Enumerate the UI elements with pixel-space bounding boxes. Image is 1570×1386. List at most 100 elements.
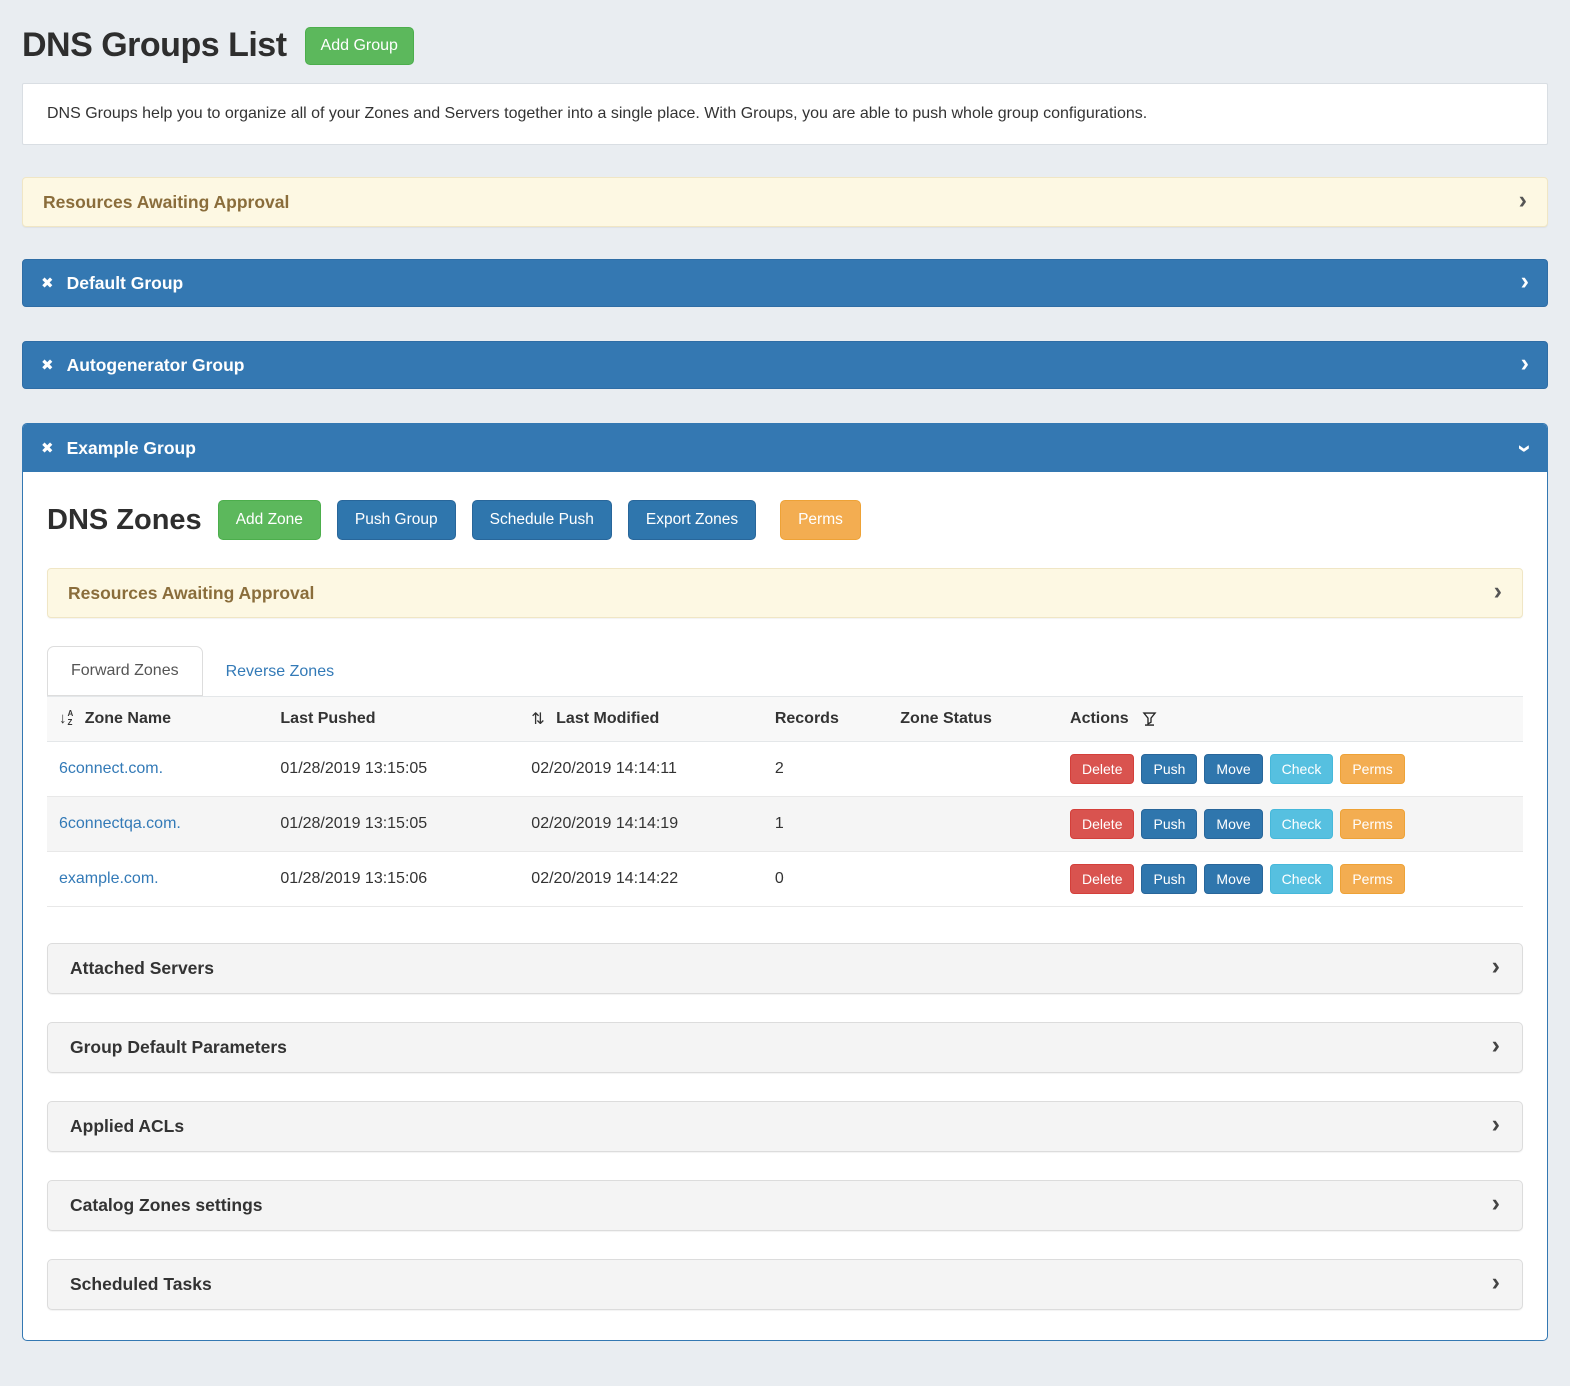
check-button[interactable]: Check [1270, 754, 1334, 784]
section-label: Applied ACLs [70, 1116, 184, 1137]
last-pushed-cell: 01/28/2019 13:15:06 [268, 852, 519, 907]
zones-table: ↓ AZ Zone Name Last Pushed ⇅ Last Modifi… [47, 696, 1523, 907]
group-bar-example-group[interactable]: ✖ Example Group › [23, 424, 1547, 472]
records-cell: 1 [763, 797, 888, 852]
column-label: Actions [1070, 710, 1129, 727]
section-catalog-zones-settings[interactable]: Catalog Zones settings › [47, 1180, 1523, 1231]
actions-cell: Delete Push Move Check Perms [1058, 797, 1523, 852]
zone-row: 6connect.com. 01/28/2019 13:15:05 02/20/… [47, 742, 1523, 797]
zone-link[interactable]: 6connectqa.com. [59, 815, 181, 832]
perms-button[interactable]: Perms [1340, 754, 1404, 784]
delete-button[interactable]: Delete [1070, 754, 1134, 784]
group-sections: Attached Servers › Group Default Paramet… [47, 943, 1523, 1310]
remove-group-icon[interactable]: ✖ [41, 274, 54, 292]
zone-name-cell: 6connect.com. [47, 742, 268, 797]
dns-zones-toolbar: DNS Zones Add Zone Push Group Schedule P… [47, 500, 1523, 540]
chevron-right-icon: › [1492, 1191, 1500, 1216]
group-label: Example Group [67, 438, 196, 459]
page-title: DNS Groups List [22, 26, 287, 65]
section-label: Catalog Zones settings [70, 1195, 263, 1216]
chevron-right-icon: › [1521, 351, 1529, 376]
group-bar-left: ✖ Example Group [41, 438, 196, 459]
remove-group-icon[interactable]: ✖ [41, 356, 54, 374]
perms-button[interactable]: Perms [1340, 809, 1404, 839]
chevron-right-icon: › [1492, 954, 1500, 979]
check-button[interactable]: Check [1270, 864, 1334, 894]
zone-link[interactable]: 6connect.com. [59, 760, 163, 777]
add-group-button[interactable]: Add Group [305, 27, 414, 65]
section-scheduled-tasks[interactable]: Scheduled Tasks › [47, 1259, 1523, 1310]
column-header-records[interactable]: Records [763, 697, 888, 742]
actions-cell: Delete Push Move Check Perms [1058, 852, 1523, 907]
check-button[interactable]: Check [1270, 809, 1334, 839]
group-panel-example-group: ✖ Example Group › DNS Zones Add Zone Pus… [22, 423, 1548, 1341]
push-button[interactable]: Push [1141, 754, 1197, 784]
zone-row: 6connectqa.com. 01/28/2019 13:15:05 02/2… [47, 797, 1523, 852]
last-modified-cell: 02/20/2019 14:14:11 [519, 742, 763, 797]
column-header-last-modified[interactable]: ⇅ Last Modified [519, 697, 763, 742]
section-label: Scheduled Tasks [70, 1274, 212, 1295]
column-header-zone-name[interactable]: ↓ AZ Zone Name [47, 697, 268, 742]
tab-reverse-zones[interactable]: Reverse Zones [203, 648, 358, 696]
move-button[interactable]: Move [1204, 864, 1262, 894]
perms-button[interactable]: Perms [1340, 864, 1404, 894]
zones-tabs: Forward Zones Reverse Zones [47, 646, 1523, 696]
group-bar-autogenerator-group[interactable]: ✖ Autogenerator Group › [22, 341, 1548, 389]
description-text: DNS Groups help you to organize all of y… [47, 105, 1147, 122]
column-label: Last Modified [556, 710, 659, 727]
tab-forward-zones[interactable]: Forward Zones [47, 646, 203, 696]
records-cell: 2 [763, 742, 888, 797]
move-button[interactable]: Move [1204, 754, 1262, 784]
column-header-last-pushed[interactable]: Last Pushed [268, 697, 519, 742]
perms-button[interactable]: Perms [780, 500, 861, 540]
banner-label: Resources Awaiting Approval [43, 192, 289, 213]
group-bar-default-group[interactable]: ✖ Default Group › [22, 259, 1548, 307]
sort-icon[interactable]: ⇅ [531, 711, 544, 728]
zone-row: example.com. 01/28/2019 13:15:06 02/20/2… [47, 852, 1523, 907]
zone-status-cell [888, 797, 1058, 852]
export-zones-button[interactable]: Export Zones [628, 500, 756, 540]
remove-group-icon[interactable]: ✖ [41, 439, 54, 457]
records-cell: 0 [763, 852, 888, 907]
actions-cell: Delete Push Move Check Perms [1058, 742, 1523, 797]
column-header-zone-status[interactable]: Zone Status [888, 697, 1058, 742]
move-button[interactable]: Move [1204, 809, 1262, 839]
last-modified-cell: 02/20/2019 14:14:19 [519, 797, 763, 852]
chevron-right-icon: › [1521, 269, 1529, 294]
table-header-row: ↓ AZ Zone Name Last Pushed ⇅ Last Modifi… [47, 697, 1523, 742]
dns-groups-page: DNS Groups List Add Group DNS Groups hel… [0, 0, 1570, 1381]
group-bar-left: ✖ Autogenerator Group [41, 355, 245, 376]
chevron-right-icon: › [1492, 1112, 1500, 1137]
resources-awaiting-approval-banner[interactable]: Resources Awaiting Approval › [22, 177, 1548, 227]
chevron-right-icon: › [1519, 188, 1527, 213]
section-label: Attached Servers [70, 958, 214, 979]
zone-status-cell [888, 852, 1058, 907]
chevron-down-icon: › [1512, 444, 1537, 452]
schedule-push-button[interactable]: Schedule Push [472, 500, 612, 540]
chevron-right-icon: › [1492, 1033, 1500, 1058]
delete-button[interactable]: Delete [1070, 864, 1134, 894]
group-bar-left: ✖ Default Group [41, 273, 183, 294]
section-group-default-parameters[interactable]: Group Default Parameters › [47, 1022, 1523, 1073]
description-box: DNS Groups help you to organize all of y… [22, 83, 1548, 145]
column-header-actions: Actions [1058, 697, 1523, 742]
column-label: Records [775, 710, 839, 727]
add-zone-button[interactable]: Add Zone [218, 500, 321, 540]
push-button[interactable]: Push [1141, 809, 1197, 839]
push-button[interactable]: Push [1141, 864, 1197, 894]
column-label: Zone Status [900, 710, 992, 727]
push-group-button[interactable]: Push Group [337, 500, 456, 540]
resources-awaiting-approval-banner[interactable]: Resources Awaiting Approval › [47, 568, 1523, 618]
chevron-right-icon: › [1494, 579, 1502, 604]
banner-label: Resources Awaiting Approval [68, 583, 314, 604]
filter-icon[interactable] [1142, 711, 1157, 726]
chevron-right-icon: › [1492, 1270, 1500, 1295]
section-applied-acls[interactable]: Applied ACLs › [47, 1101, 1523, 1152]
group-label: Default Group [67, 273, 184, 294]
sort-alpha-icon[interactable]: ↓ AZ [59, 710, 73, 727]
last-pushed-cell: 01/28/2019 13:15:05 [268, 742, 519, 797]
delete-button[interactable]: Delete [1070, 809, 1134, 839]
section-attached-servers[interactable]: Attached Servers › [47, 943, 1523, 994]
zone-name-cell: 6connectqa.com. [47, 797, 268, 852]
zone-link[interactable]: example.com. [59, 870, 159, 887]
